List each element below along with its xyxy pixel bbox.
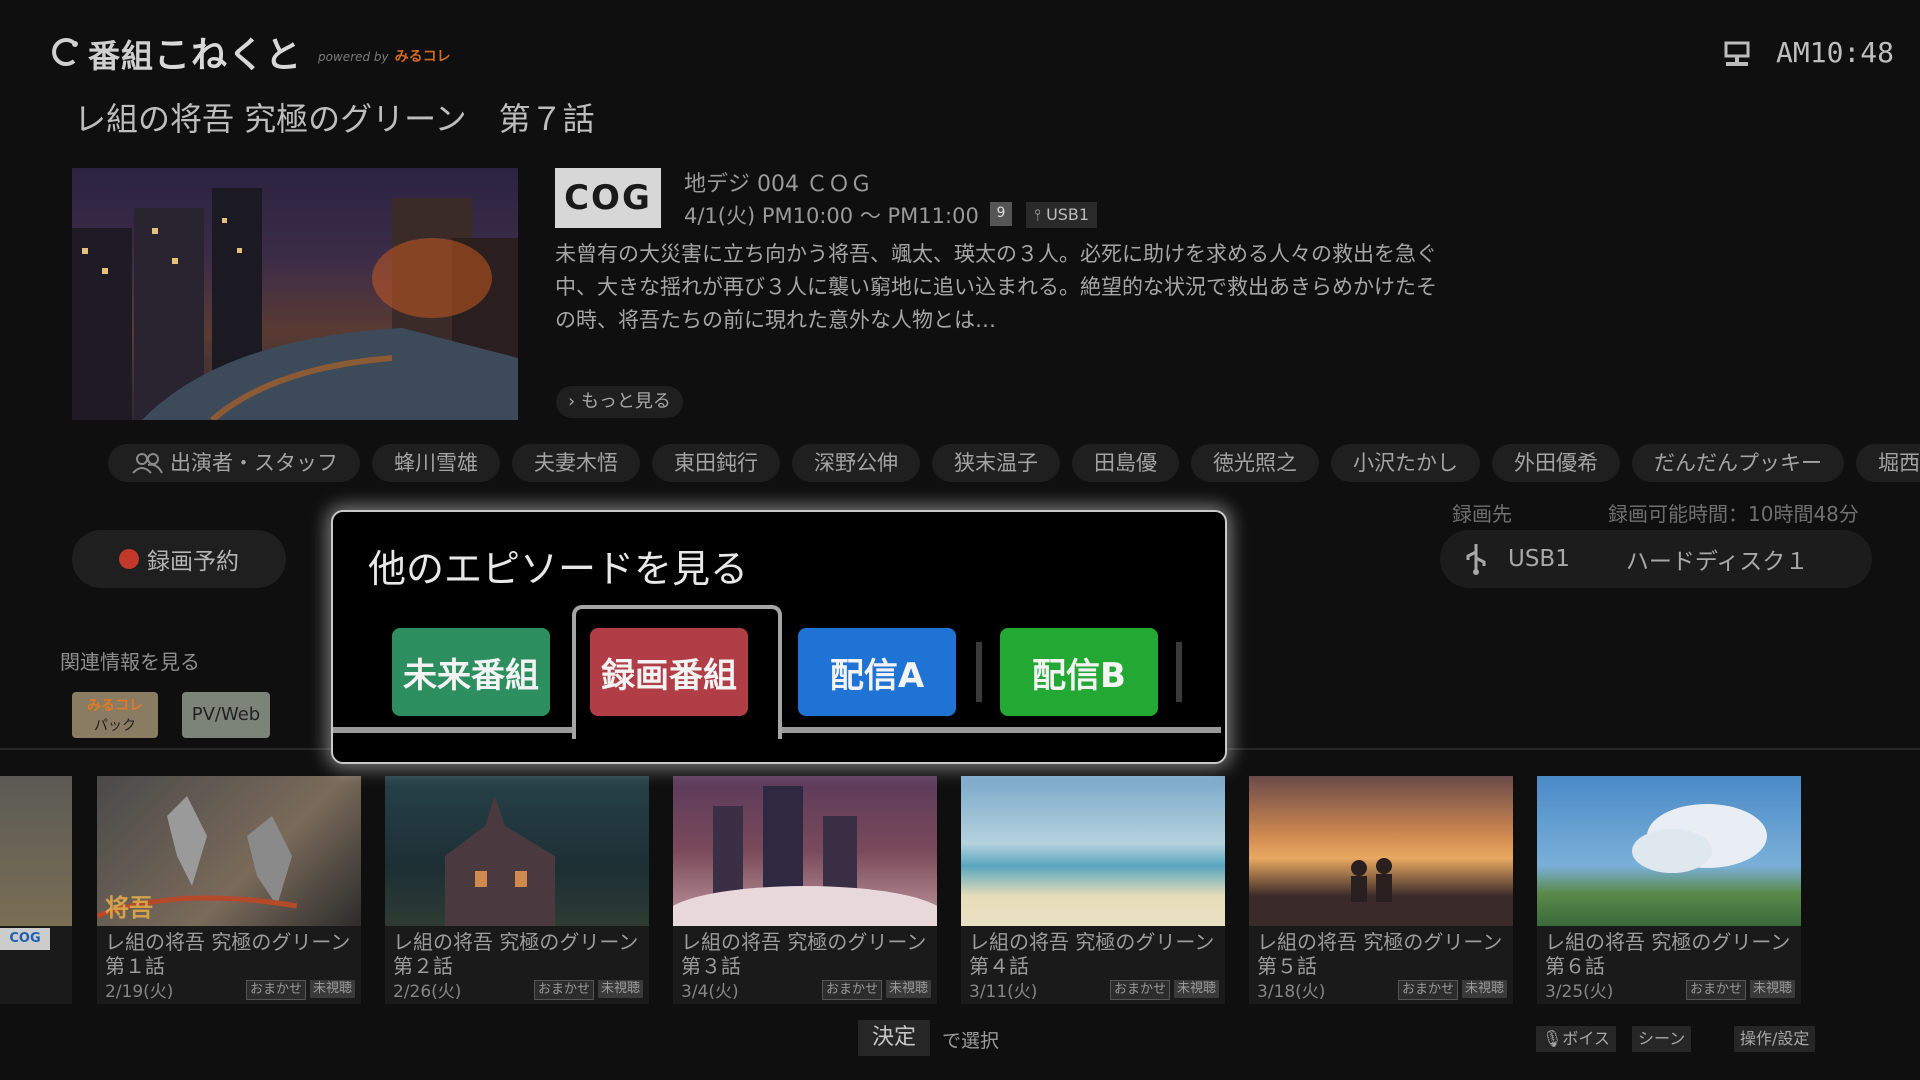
- episode-date: 2/26(火): [393, 982, 462, 1002]
- clock: AM10:48: [1776, 36, 1895, 69]
- episode-title: レ組の将吾 究極のグリーン 第２話: [393, 930, 649, 978]
- episode-title: レ組の将吾 究極のグリーン 第３話: [681, 930, 937, 978]
- episode-title: レ組の将吾 究極のグリーン 第５話: [1257, 930, 1513, 978]
- program-title: レ組の将吾 究極のグリーン 第７話: [74, 100, 595, 138]
- tab-separator: [1176, 642, 1182, 702]
- cast-chip[interactable]: 堀西美紀: [1856, 444, 1920, 482]
- logo-partner: みるコレ: [394, 49, 451, 65]
- logo-swirl-icon: [52, 38, 78, 66]
- program-description: 未曾有の大災害に立ち向かう将吾、颯太、瑛太の３人。必死に助けを求める人々の救出を…: [555, 242, 1437, 332]
- auto-tag: おまかせ: [1109, 980, 1170, 1000]
- cast-chip[interactable]: 狭末温子: [932, 444, 1060, 482]
- more-button[interactable]: › もっと見る: [556, 386, 683, 418]
- auto-tag: おまかせ: [1397, 980, 1458, 1000]
- streaming-b-button[interactable]: 配信B: [1000, 628, 1158, 716]
- auto-tag: おまかせ: [1685, 980, 1746, 1000]
- microphone-icon: 🎙: [1542, 1029, 1563, 1048]
- record-icon: [119, 549, 139, 569]
- network-icon: [1724, 41, 1750, 66]
- episode-card[interactable]: 将吾 レ組の将吾 究極のグリーン 第１話 2/19(火) おまかせ 未視聴: [97, 776, 361, 1004]
- cast-chip[interactable]: 徳光照之: [1191, 444, 1319, 482]
- logo-powered-by: powered by: [318, 50, 389, 64]
- program-thumbnail: [72, 168, 518, 420]
- episode-title: レ組の将吾 究極のグリーン 第４話: [969, 930, 1225, 978]
- auto-tag: おまかせ: [533, 980, 594, 1000]
- recorded-programs-button[interactable]: 録画番組: [590, 628, 748, 716]
- settings-button[interactable]: 操作/設定: [1734, 1026, 1816, 1052]
- usb-icon: ⫯: [1034, 205, 1041, 224]
- episode-card[interactable]: レ組の将吾 究極のグリーン 第４話 3/11(火) おまかせ 未視聴: [961, 776, 1225, 1004]
- pv-web-button[interactable]: PV/Web: [182, 692, 270, 738]
- episode-date: 3/11(火): [969, 982, 1038, 1002]
- cast-chip[interactable]: 外田優希: [1492, 444, 1620, 482]
- unwatched-tag: 未視聴: [1461, 980, 1507, 998]
- unwatched-tag: 未視聴: [885, 980, 931, 998]
- channel-info: 地デジ 004 ＣＯＧ: [684, 172, 872, 197]
- channel-badge: 9: [990, 202, 1012, 226]
- unwatched-tag: 未視聴: [1749, 980, 1795, 998]
- dialog-title: 他のエピソードを見る: [368, 547, 749, 591]
- tab-separator: [976, 642, 982, 702]
- logo-text: 番組こねくと: [88, 35, 303, 76]
- scene-button[interactable]: シーン: [1632, 1026, 1692, 1052]
- cast-chip[interactable]: 蜂川雪雄: [372, 444, 500, 482]
- app-logo: 番組こねくと powered by みるコレ: [48, 30, 451, 76]
- ok-key-badge: 決定: [858, 1020, 930, 1056]
- episode-card[interactable]: レ組の将吾 究極のグリーン 第３話 3/4(火) おまかせ 未視聴: [673, 776, 937, 1004]
- recording-destination-button[interactable]: USB1 ハードディスク１: [1440, 530, 1872, 588]
- cast-chip[interactable]: 夫妻木悟: [512, 444, 640, 482]
- episode-overlay-text: 将吾: [105, 894, 153, 922]
- episode-card[interactable]: レ組の将吾 究極のグリーン 第５話 3/18(火) おまかせ 未視聴: [1249, 776, 1513, 1004]
- ok-hint: で選択: [942, 1030, 1000, 1052]
- people-icon: [132, 453, 163, 474]
- unwatched-tag: 未視聴: [597, 980, 643, 998]
- cast-chip[interactable]: 小沢たかし: [1331, 444, 1480, 482]
- unwatched-tag: 未視聴: [1173, 980, 1219, 998]
- voice-button[interactable]: 🎙ボイス: [1536, 1026, 1616, 1052]
- usb-icon: [1466, 544, 1486, 575]
- cast-chip[interactable]: だんだんプッキー: [1632, 444, 1844, 482]
- episode-card[interactable]: レ組の将吾 究極のグリーン 第６話 3/25(火) おまかせ 未視聴: [1537, 776, 1801, 1004]
- unwatched-tag: 未視聴: [309, 980, 355, 998]
- episode-title: レ組の将吾 究極のグリーン 第１話: [105, 930, 361, 978]
- usb-badge: ⫯ USB1: [1026, 202, 1098, 228]
- recording-destination-label: 録画先: [1452, 502, 1512, 526]
- chevron-right-icon: ›: [568, 391, 576, 412]
- record-reserve-button[interactable]: 録画予約: [72, 530, 286, 588]
- related-info-label: 関連情報を見る: [60, 650, 200, 674]
- future-programs-button[interactable]: 未来番組: [392, 628, 550, 716]
- mirukore-pack-button[interactable]: みるコレ パック: [72, 692, 158, 738]
- episode-date: 3/18(火): [1257, 982, 1326, 1002]
- cast-chip[interactable]: 東田鈍行: [652, 444, 780, 482]
- cast-chip[interactable]: 深野公伸: [792, 444, 920, 482]
- episode-date: 2/19(火): [105, 982, 174, 1002]
- recording-available-time: 録画可能時間：10時間48分: [1608, 502, 1859, 526]
- auto-tag: おまかせ: [821, 980, 882, 1000]
- episode-title: レ組の将吾 究極のグリーン 第６話: [1545, 930, 1801, 978]
- cast-list: 出演者・スタッフ 蜂川雪雄 夫妻木悟 東田鈍行 深野公伸 狭末温子 田島優 徳光…: [108, 444, 1920, 482]
- auto-tag: おまかせ: [245, 980, 306, 1000]
- episode-card[interactable]: レ組の将吾 究極のグリーン 第２話 2/26(火) おまかせ 未視聴: [385, 776, 649, 1004]
- episode-card-partial[interactable]: COG: [0, 776, 72, 1004]
- cast-chip-staff[interactable]: 出演者・スタッフ: [108, 444, 360, 482]
- air-time: 4/1(火) PM10:00 〜 PM11:00: [684, 204, 979, 228]
- episode-date: 3/4(火): [681, 982, 739, 1002]
- station-logo: COG: [555, 168, 661, 228]
- episode-date: 3/25(火): [1545, 982, 1614, 1002]
- cast-chip[interactable]: 田島優: [1072, 444, 1179, 482]
- station-logo-small: COG: [0, 928, 50, 950]
- streaming-a-button[interactable]: 配信A: [798, 628, 956, 716]
